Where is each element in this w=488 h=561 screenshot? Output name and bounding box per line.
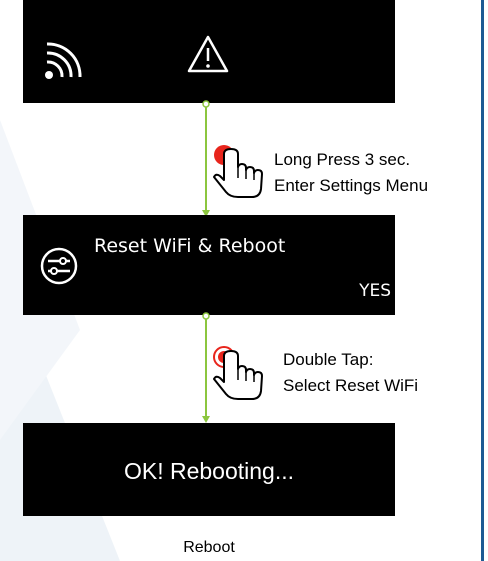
step-line: Select Reset WiFi: [283, 376, 419, 395]
step-line: Double Tap:: [283, 350, 374, 369]
step-line: Enter Settings Menu: [274, 176, 429, 195]
step-instruction: Double Tap: Select Reset WiFi: [283, 347, 418, 399]
menu-item-title: Reset WiFi & Reboot: [94, 235, 286, 257]
warning-icon: [187, 35, 229, 73]
settings-screen: Reset WiFi & Reboot YES: [23, 215, 395, 315]
settings-sliders-icon: [40, 247, 78, 285]
step-line: Long Press 3 sec.: [274, 150, 411, 169]
wifi-icon: [45, 42, 82, 79]
option-yes: YES: [359, 281, 391, 301]
rebooting-screen: OK! Rebooting...: [23, 423, 395, 516]
rebooting-message: OK! Rebooting...: [123, 458, 295, 484]
diagram-caption: Reboot: [183, 539, 235, 556]
right-border: [481, 0, 484, 561]
status-screen: [23, 0, 395, 103]
step-instruction: Long Press 3 sec. Enter Settings Menu: [274, 147, 428, 199]
press-hand-icon: [213, 145, 263, 198]
double-tap-hand-icon: [213, 346, 263, 400]
